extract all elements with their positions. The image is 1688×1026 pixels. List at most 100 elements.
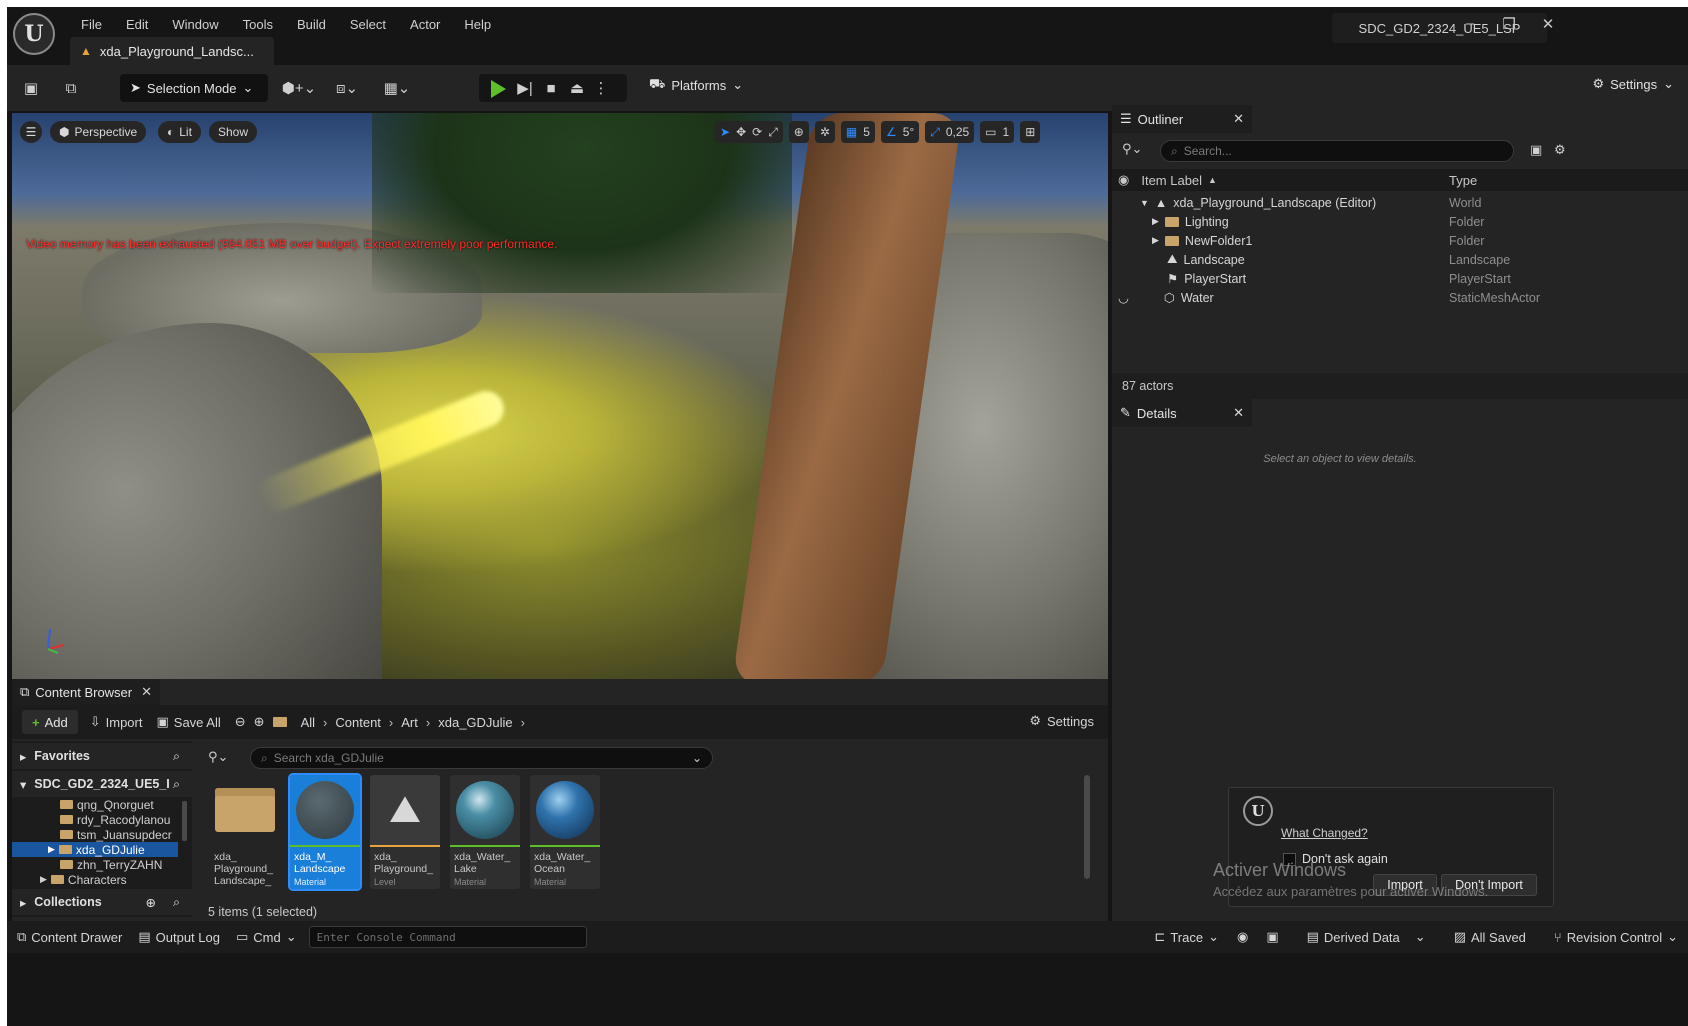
collections-header[interactable]: ▸ Collections ⊕ ⌕ xyxy=(12,889,192,915)
favorites-header[interactable]: ▸ Favorites ⌕ xyxy=(12,743,192,769)
minimize-button[interactable]: – xyxy=(1450,15,1490,32)
asset-tile[interactable]: xda_Water_ Ocean Material xyxy=(530,775,600,889)
folder-item[interactable]: tsm_Juansupdecr xyxy=(12,827,178,842)
all-saved-button[interactable]: ▨ All Saved xyxy=(1454,929,1526,945)
chevron-down-icon[interactable]: ⌄ xyxy=(692,751,702,765)
rotation-snap[interactable]: ∠ 5° xyxy=(880,121,920,143)
folder-item[interactable]: ▶ Characters xyxy=(12,872,178,887)
asset-tile[interactable]: xda_ Playground_ Landscape_ xyxy=(210,775,280,889)
outliner-row-playerstart[interactable]: ⚑ PlayerStart PlayerStart xyxy=(1112,269,1688,288)
lit-button[interactable]: ◐ Lit xyxy=(158,121,201,143)
world-local-toggle[interactable]: ⊕ xyxy=(788,121,809,143)
stop-icon[interactable]: ■ xyxy=(537,76,565,100)
gear-icon[interactable]: ⚙ xyxy=(1554,142,1566,158)
what-changed-link[interactable]: What Changed? xyxy=(1281,826,1368,840)
perspective-button[interactable]: ⬢ Perspective xyxy=(50,121,147,143)
scale-snap[interactable]: ⤢ 0,25 xyxy=(925,121,975,143)
breadcrumb-xda-gdjulie[interactable]: xda_GDJulie xyxy=(438,715,512,730)
derived-data-dropdown[interactable]: ▤ Derived Data ⌄ xyxy=(1307,929,1426,945)
unreal-logo-icon[interactable]: U xyxy=(13,13,55,55)
outliner-row-lighting[interactable]: ▶ Lighting Folder xyxy=(1112,212,1688,231)
close-button[interactable]: ✕ xyxy=(1528,15,1568,33)
show-button[interactable]: Show xyxy=(209,121,258,143)
chevron-right-icon[interactable]: › xyxy=(521,715,525,730)
import-button[interactable]: ⇩ Import xyxy=(90,714,143,730)
close-icon[interactable]: ✕ xyxy=(1233,111,1244,127)
more-options-icon[interactable]: ⋮ xyxy=(587,76,615,100)
outliner-row-landscape[interactable]: ⛰ Landscape Landscape xyxy=(1112,250,1688,269)
level-document-tab[interactable]: ▲ xda_Playground_Landsc... xyxy=(70,37,274,65)
menu-file[interactable]: File xyxy=(69,11,114,39)
folder-item[interactable]: zhn_TerryZAHN xyxy=(12,857,178,872)
menu-tools[interactable]: Tools xyxy=(231,11,285,39)
asset-search-input[interactable]: ⌕ Search xda_GDJulie ⌄ xyxy=(250,747,713,769)
outliner-row-newfolder[interactable]: ▶ NewFolder1 Folder xyxy=(1112,231,1688,250)
close-icon[interactable]: ✕ xyxy=(1233,405,1244,421)
viewport-menu-icon[interactable]: ☰ xyxy=(20,121,42,143)
hidden-eye-icon[interactable]: ◡ xyxy=(1118,290,1129,305)
project-root-header[interactable]: ▾ SDC_GD2_2324_UE5_I ⌕ xyxy=(12,771,192,797)
add-button[interactable]: + Add xyxy=(22,710,78,734)
record-icon[interactable]: ◉ xyxy=(1237,929,1248,945)
asset-tile-selected[interactable]: xda_M_ Landscape Material xyxy=(288,773,362,891)
asset-tile[interactable]: xda_Water_ Lake Material xyxy=(450,775,520,889)
play-icon[interactable] xyxy=(491,80,506,98)
console-input[interactable]: Enter Console Command xyxy=(308,926,587,948)
level-viewport[interactable]: ☰ ⬢ Perspective ◐ Lit Show ➤ ✥ ⟳ ⤢ ⊕ ✲ ▦… xyxy=(12,113,1108,685)
outliner-search-input[interactable]: ⌕ Search... xyxy=(1160,140,1514,162)
search-icon[interactable]: ⌕ xyxy=(173,777,180,792)
output-log-button[interactable]: ▤ Output Log xyxy=(138,929,220,945)
outliner-row-world[interactable]: ▼ ▲ xda_Playground_Landscape (Editor) Wo… xyxy=(1112,193,1688,212)
cmd-dropdown[interactable]: ▭ Cmd ⌄ xyxy=(236,929,297,945)
filter-icon[interactable]: ⚲⌄ xyxy=(208,749,228,765)
restore-button[interactable]: ❐ xyxy=(1489,15,1529,33)
folder-item[interactable]: qng_Qnorguet xyxy=(12,797,178,812)
chevron-right-icon[interactable]: › xyxy=(389,715,393,730)
settings-dropdown[interactable]: ⚙ Settings ⌄ xyxy=(1592,76,1674,92)
select-tool-icon[interactable]: ➤ xyxy=(720,125,730,139)
revision-control-dropdown[interactable]: ⑂ Revision Control ⌄ xyxy=(1554,929,1678,945)
add-actor-icon[interactable]: ⬢+⌄ xyxy=(279,76,319,100)
save-icon[interactable]: ▣ xyxy=(17,76,45,100)
chevron-right-icon[interactable]: › xyxy=(426,715,430,730)
menu-select[interactable]: Select xyxy=(338,11,398,39)
browse-icon[interactable]: ⧉ xyxy=(57,76,85,100)
outliner-tab[interactable]: ☰ Outliner ✕ xyxy=(1112,105,1252,133)
maximize-viewport-button[interactable]: ⊞ xyxy=(1020,121,1041,143)
asset-tile[interactable]: ⛰ xda_ Playground_ Level xyxy=(370,775,440,889)
breadcrumb-content[interactable]: Content xyxy=(335,715,381,730)
content-browser-tab[interactable]: ⧉ Content Browser ✕ xyxy=(12,679,160,705)
outliner-row-water[interactable]: ◡ ⬡ Water StaticMeshActor xyxy=(1112,288,1688,307)
content-drawer-button[interactable]: ⧉ Content Drawer xyxy=(17,929,122,945)
grid-snap[interactable]: ▦ 5 xyxy=(840,121,875,143)
chevron-right-icon[interactable]: › xyxy=(323,715,327,730)
menu-build[interactable]: Build xyxy=(285,11,338,39)
col-item-label[interactable]: Item Label xyxy=(1141,173,1202,188)
save-all-button[interactable]: ▣ Save All xyxy=(156,714,220,730)
menu-edit[interactable]: Edit xyxy=(114,11,160,39)
move-tool-icon[interactable]: ✥ xyxy=(736,125,746,139)
tree-scrollbar[interactable] xyxy=(182,801,187,841)
add-collection-icon[interactable]: ⊕ xyxy=(146,895,156,910)
details-tab[interactable]: ✎ Details ✕ xyxy=(1112,399,1252,427)
menu-window[interactable]: Window xyxy=(160,11,230,39)
screenshot-icon[interactable]: ▣ xyxy=(1266,929,1278,945)
platforms-dropdown[interactable]: ⛟ Platforms ⌄ xyxy=(649,76,743,94)
rotate-tool-icon[interactable]: ⟳ xyxy=(752,125,762,139)
add-folder-icon[interactable]: ▣ xyxy=(1530,142,1542,158)
folder-item[interactable]: rdy_Racodylanou xyxy=(12,812,178,827)
col-type[interactable]: Type xyxy=(1449,173,1477,188)
cinematics-icon[interactable]: ▦⌄ xyxy=(377,76,417,100)
close-icon[interactable]: ✕ xyxy=(141,684,152,700)
search-icon[interactable]: ⌕ xyxy=(173,749,180,764)
selection-mode-dropdown[interactable]: ➤ Selection Mode ⌄ xyxy=(120,74,268,102)
surface-snap-toggle[interactable]: ✲ xyxy=(814,121,835,143)
menu-help[interactable]: Help xyxy=(452,11,503,39)
step-icon[interactable]: ▶| xyxy=(511,76,539,100)
breadcrumb-art[interactable]: Art xyxy=(401,715,418,730)
camera-speed[interactable]: ▭ 1 xyxy=(980,121,1015,143)
folder-item-selected[interactable]: ▶ xda_GDJulie xyxy=(12,842,178,857)
breadcrumb-all[interactable]: All xyxy=(301,715,315,730)
search-icon[interactable]: ⌕ xyxy=(173,895,180,910)
forward-icon[interactable]: ⊕ xyxy=(254,714,265,730)
